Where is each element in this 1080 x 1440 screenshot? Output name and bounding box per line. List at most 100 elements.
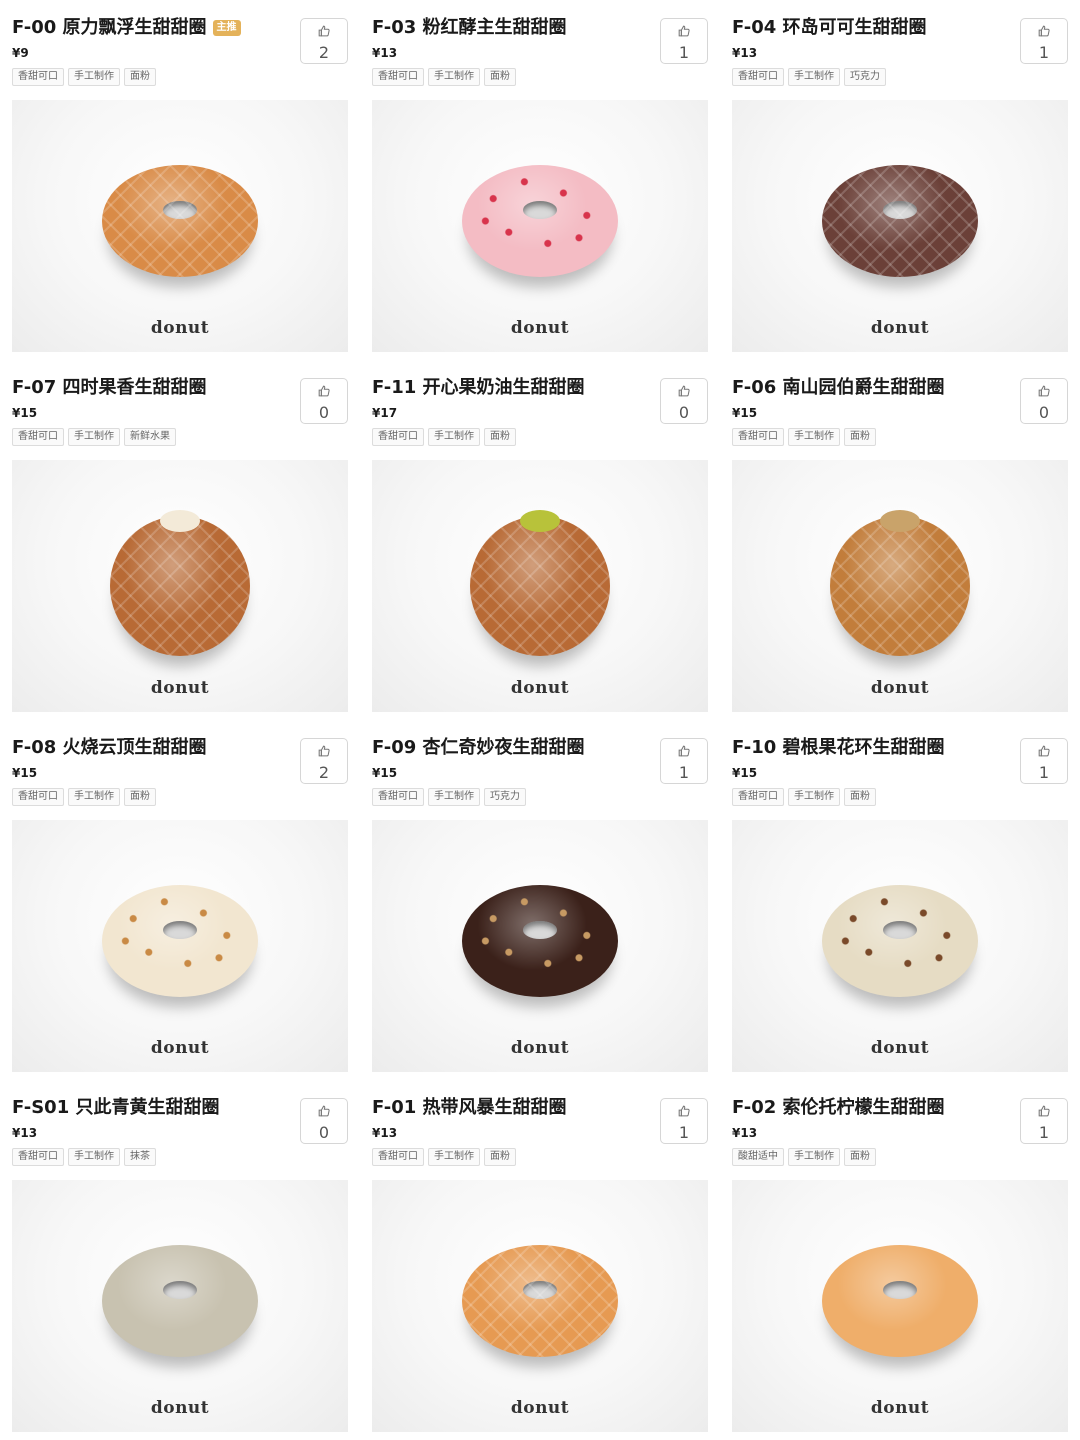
product-title[interactable]: F-01 热带风暴生甜甜圈 <box>372 1096 567 1120</box>
like-button[interactable]: 1 <box>660 738 708 784</box>
product-card[interactable]: F-10 碧根果花环生甜甜圈 ¥15 香甜可口 手工制作 面粉 1 donut <box>720 720 1080 1080</box>
product-photo[interactable]: donut <box>12 100 348 352</box>
product-card[interactable]: F-11 开心果奶油生甜甜圈 ¥17 香甜可口 手工制作 面粉 0 donut <box>360 360 720 720</box>
product-title[interactable]: F-11 开心果奶油生甜甜圈 <box>372 376 585 400</box>
product-tag: 手工制作 <box>788 428 840 446</box>
thumbs-up-icon <box>317 1103 331 1122</box>
product-photo[interactable]: donut <box>372 460 708 712</box>
product-card[interactable]: F-03 粉红酵主生甜甜圈 ¥13 香甜可口 手工制作 面粉 1 donut <box>360 0 720 360</box>
product-name: F-02 索伦托柠檬生甜甜圈 <box>732 1097 945 1118</box>
thumbs-up-icon <box>1037 1103 1051 1122</box>
like-button[interactable]: 0 <box>300 378 348 424</box>
product-card[interactable]: F-04 环岛可可生甜甜圈 ¥13 香甜可口 手工制作 巧克力 1 donut <box>720 0 1080 360</box>
product-grid: F-00 原力飘浮生甜甜圈 主推 ¥9 香甜可口 手工制作 面粉 2 donut F… <box>0 0 1080 1440</box>
product-tag: 香甜可口 <box>732 788 784 806</box>
product-tag: 手工制作 <box>788 1148 840 1166</box>
lattice-pattern <box>822 164 978 277</box>
product-tag: 手工制作 <box>788 788 840 806</box>
like-button[interactable]: 2 <box>300 18 348 64</box>
brand-logo: donut <box>150 318 210 338</box>
like-button[interactable]: 1 <box>1020 738 1068 784</box>
product-card[interactable]: F-01 热带风暴生甜甜圈 ¥13 香甜可口 手工制作 面粉 1 donut <box>360 1080 720 1440</box>
like-count: 1 <box>1038 1123 1050 1142</box>
product-tag: 香甜可口 <box>372 1148 424 1166</box>
product-tag: 手工制作 <box>68 428 120 446</box>
product-title[interactable]: F-08 火烧云顶生甜甜圈 <box>12 736 207 760</box>
product-price: ¥15 <box>732 766 758 780</box>
product-photo[interactable]: donut <box>12 820 348 1072</box>
product-tag: 面粉 <box>124 788 156 806</box>
thumbs-up-icon <box>317 383 331 402</box>
product-price: ¥13 <box>12 1126 38 1140</box>
product-tag: 面粉 <box>484 68 516 86</box>
product-photo[interactable]: donut <box>372 100 708 352</box>
brand-logo: donut <box>870 678 930 698</box>
product-title[interactable]: F-00 原力飘浮生甜甜圈 主推 <box>12 16 241 40</box>
product-title[interactable]: F-04 环岛可可生甜甜圈 <box>732 16 927 40</box>
like-button[interactable]: 1 <box>660 1098 708 1144</box>
product-title[interactable]: F-07 四时果香生甜甜圈 <box>12 376 207 400</box>
product-photo[interactable]: donut <box>732 1180 1068 1432</box>
product-name: F-08 火烧云顶生甜甜圈 <box>12 737 207 758</box>
product-title[interactable]: F-S01 只此青黄生甜甜圈 <box>12 1096 220 1120</box>
like-button[interactable]: 0 <box>300 1098 348 1144</box>
brand-logo: donut <box>510 1398 570 1418</box>
product-card[interactable]: F-07 四时果香生甜甜圈 ¥15 香甜可口 手工制作 新鲜水果 0 donut <box>0 360 360 720</box>
product-tag: 面粉 <box>484 428 516 446</box>
tag-list: 香甜可口 手工制作 面粉 <box>372 428 516 446</box>
product-photo[interactable]: donut <box>372 1180 708 1432</box>
like-count: 0 <box>1038 403 1050 422</box>
like-button[interactable]: 1 <box>1020 1098 1068 1144</box>
product-photo[interactable]: donut <box>12 1180 348 1432</box>
product-title[interactable]: F-03 粉红酵主生甜甜圈 <box>372 16 567 40</box>
tag-list: 香甜可口 手工制作 面粉 <box>372 68 516 86</box>
tag-list: 香甜可口 手工制作 巧克力 <box>372 788 526 806</box>
product-name: F-00 原力飘浮生甜甜圈 <box>12 17 207 38</box>
product-photo[interactable]: donut <box>732 820 1068 1072</box>
thumbs-up-icon <box>677 383 691 402</box>
product-title[interactable]: F-09 杏仁奇妙夜生甜甜圈 <box>372 736 585 760</box>
product-title[interactable]: F-02 索伦托柠檬生甜甜圈 <box>732 1096 945 1120</box>
like-button[interactable]: 1 <box>1020 18 1068 64</box>
sprinkle-topping <box>822 884 978 997</box>
product-card[interactable]: F-09 杏仁奇妙夜生甜甜圈 ¥15 香甜可口 手工制作 巧克力 1 donut <box>360 720 720 1080</box>
brand-logo: donut <box>870 1398 930 1418</box>
brand-logo: donut <box>150 678 210 698</box>
like-button[interactable]: 0 <box>1020 378 1068 424</box>
cream-filling <box>520 510 560 532</box>
donut-image <box>462 884 618 997</box>
cream-filling <box>160 510 200 532</box>
like-button[interactable]: 2 <box>300 738 348 784</box>
product-card[interactable]: F-S01 只此青黄生甜甜圈 ¥13 香甜可口 手工制作 抹茶 0 donut <box>0 1080 360 1440</box>
like-button[interactable]: 1 <box>660 18 708 64</box>
product-title[interactable]: F-10 碧根果花环生甜甜圈 <box>732 736 945 760</box>
product-title[interactable]: F-06 南山园伯爵生甜甜圈 <box>732 376 945 400</box>
like-count: 0 <box>318 403 330 422</box>
tag-list: 香甜可口 手工制作 巧克力 <box>732 68 886 86</box>
product-card[interactable]: F-06 南山园伯爵生甜甜圈 ¥15 香甜可口 手工制作 面粉 0 donut <box>720 360 1080 720</box>
product-name: F-04 环岛可可生甜甜圈 <box>732 17 927 38</box>
product-tag: 香甜可口 <box>372 428 424 446</box>
product-price: ¥15 <box>12 766 38 780</box>
product-tag: 抹茶 <box>124 1148 156 1166</box>
product-photo[interactable]: donut <box>732 460 1068 712</box>
sprinkle-topping <box>462 884 618 997</box>
product-card[interactable]: F-08 火烧云顶生甜甜圈 ¥15 香甜可口 手工制作 面粉 2 donut <box>0 720 360 1080</box>
product-price: ¥13 <box>372 1126 398 1140</box>
product-tag: 手工制作 <box>428 428 480 446</box>
product-tag: 面粉 <box>844 788 876 806</box>
product-card[interactable]: F-02 索伦托柠檬生甜甜圈 ¥13 酸甜适中 手工制作 面粉 1 donut <box>720 1080 1080 1440</box>
product-tag: 面粉 <box>844 428 876 446</box>
tag-list: 香甜可口 手工制作 面粉 <box>12 788 156 806</box>
product-tag: 手工制作 <box>68 1148 120 1166</box>
like-button[interactable]: 0 <box>660 378 708 424</box>
lattice-pattern <box>462 1244 618 1357</box>
like-count: 1 <box>678 1123 690 1142</box>
product-name: F-10 碧根果花环生甜甜圈 <box>732 737 945 758</box>
product-card[interactable]: F-00 原力飘浮生甜甜圈 主推 ¥9 香甜可口 手工制作 面粉 2 donut <box>0 0 360 360</box>
donut-image <box>462 164 618 277</box>
product-tag: 香甜可口 <box>732 428 784 446</box>
product-photo[interactable]: donut <box>372 820 708 1072</box>
product-photo[interactable]: donut <box>12 460 348 712</box>
product-photo[interactable]: donut <box>732 100 1068 352</box>
